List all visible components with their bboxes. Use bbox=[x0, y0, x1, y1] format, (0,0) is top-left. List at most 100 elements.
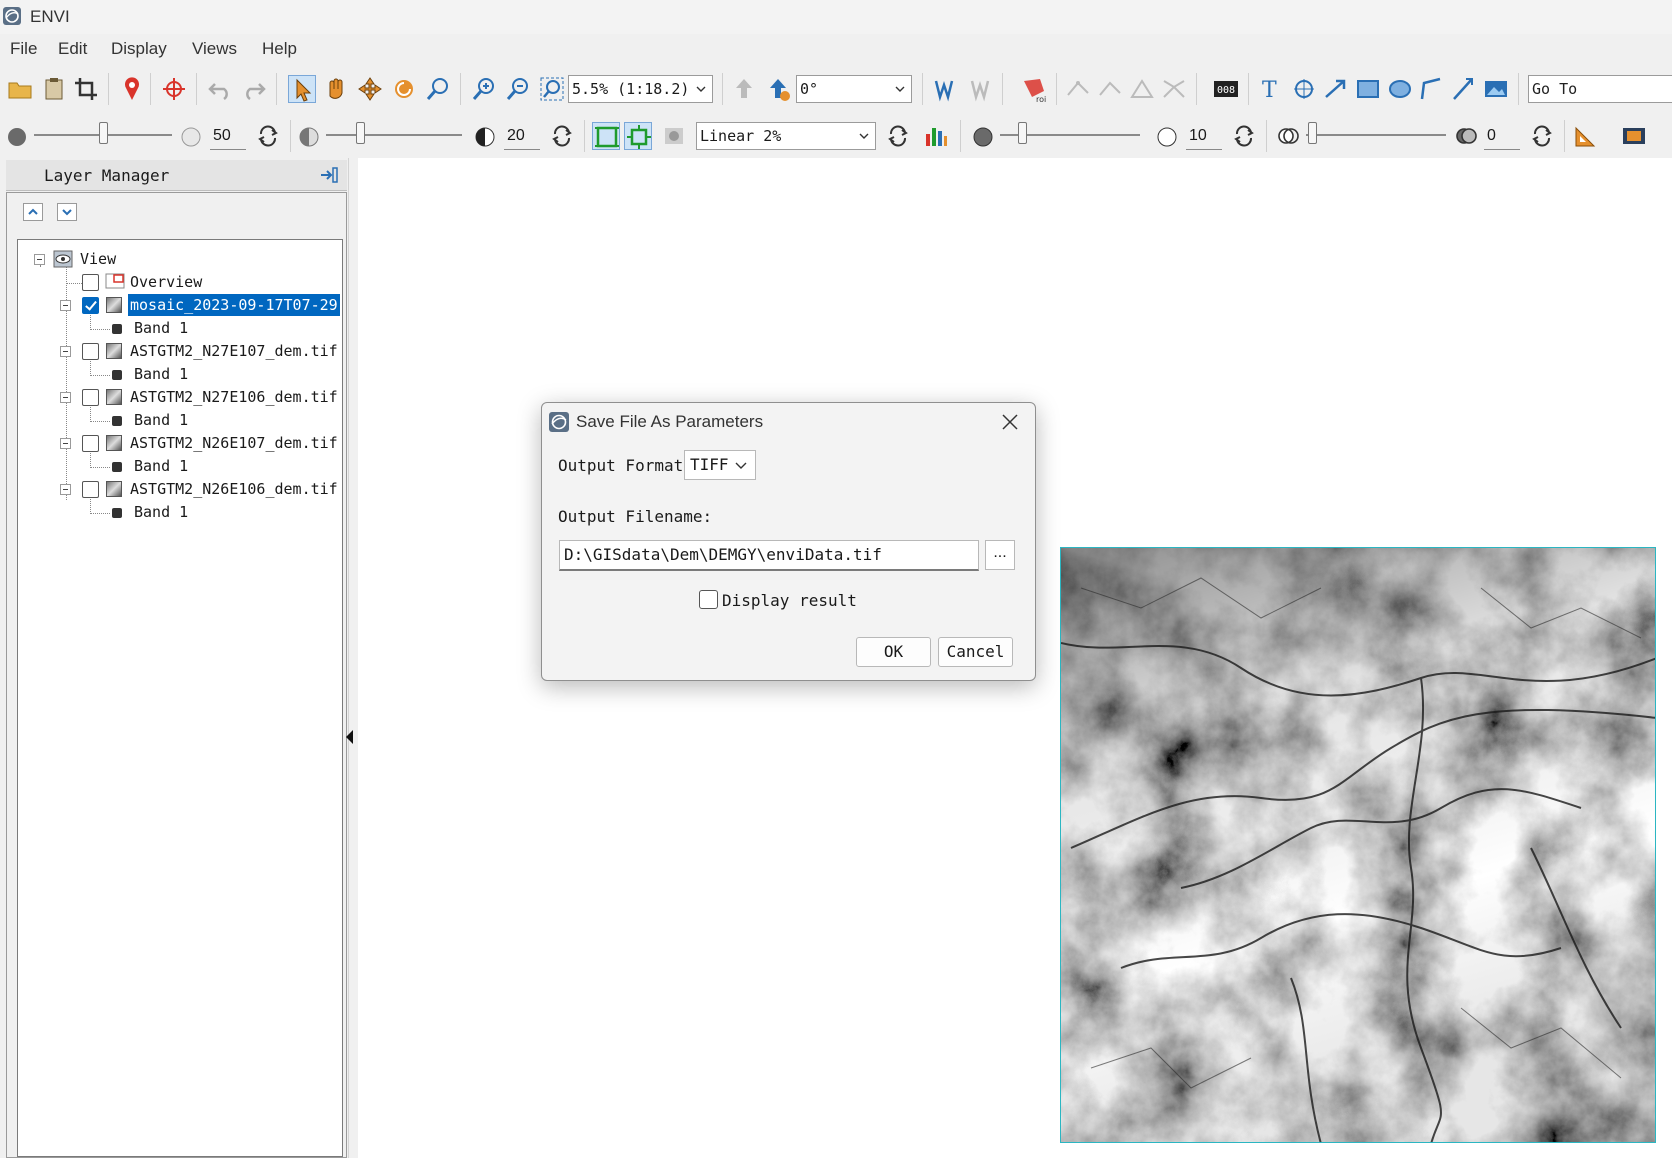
zoom-out-icon[interactable] bbox=[504, 75, 532, 103]
reset-brightness-icon[interactable] bbox=[256, 124, 280, 148]
collapse-icon[interactable] bbox=[60, 484, 71, 495]
reset-contrast-icon[interactable] bbox=[550, 124, 574, 148]
sharpen-value[interactable]: 10 bbox=[1186, 122, 1222, 150]
layer-visibility-checkbox[interactable] bbox=[82, 297, 99, 314]
chip-display-icon[interactable] bbox=[1620, 122, 1648, 150]
brightness-value[interactable]: 50 bbox=[210, 122, 246, 150]
tree-layer[interactable]: ASTGTM2_N27E106_dem.tif bbox=[18, 386, 338, 408]
overview-checkbox[interactable] bbox=[82, 274, 99, 291]
pixel-value-icon[interactable]: 008 bbox=[1212, 75, 1240, 103]
collapse-icon[interactable] bbox=[34, 254, 45, 265]
polygon-annotation-icon[interactable] bbox=[1418, 75, 1446, 103]
stretch-lock-icon[interactable] bbox=[660, 122, 688, 150]
text-annotation-icon[interactable]: T bbox=[1258, 75, 1286, 103]
undo-icon[interactable] bbox=[206, 75, 234, 103]
rotate-up-icon[interactable] bbox=[764, 75, 792, 103]
dock-panel-icon[interactable] bbox=[319, 166, 339, 184]
display-result-checkbox[interactable] bbox=[699, 590, 718, 609]
up-arrow-icon[interactable] bbox=[730, 75, 758, 103]
open-file-icon[interactable] bbox=[6, 75, 34, 103]
crosshair-icon[interactable] bbox=[160, 75, 188, 103]
collapse-icon[interactable] bbox=[60, 300, 71, 311]
dem-raster-image[interactable] bbox=[1060, 547, 1656, 1143]
contrast-value[interactable]: 20 bbox=[504, 122, 540, 150]
reset-transparency-icon[interactable] bbox=[1530, 124, 1554, 148]
reset-sharpen-icon[interactable] bbox=[1232, 124, 1256, 148]
full-stretch-icon[interactable] bbox=[592, 122, 620, 150]
brightness-slider[interactable] bbox=[99, 122, 108, 144]
layer-visibility-checkbox[interactable] bbox=[82, 435, 99, 452]
vertex-edit-icon[interactable] bbox=[1128, 75, 1156, 103]
collapse-icon[interactable] bbox=[60, 438, 71, 449]
ok-button[interactable]: OK bbox=[856, 637, 931, 667]
vector-create-icon[interactable] bbox=[1064, 75, 1092, 103]
menu-edit[interactable]: Edit bbox=[58, 39, 87, 59]
collapse-icon[interactable] bbox=[60, 346, 71, 357]
overflow-icon[interactable] bbox=[1662, 122, 1672, 150]
rotate-icon[interactable] bbox=[390, 75, 418, 103]
clipboard-icon[interactable] bbox=[40, 75, 68, 103]
layer-visibility-checkbox[interactable] bbox=[82, 389, 99, 406]
tree-layer[interactable]: ASTGTM2_N27E107_dem.tif bbox=[18, 340, 338, 362]
join-vertex-icon[interactable] bbox=[1160, 75, 1188, 103]
profile-icon[interactable] bbox=[966, 75, 994, 103]
tree-layer[interactable]: mosaic_2023-09-17T07-29 bbox=[18, 294, 340, 316]
zoom-in-icon[interactable] bbox=[470, 75, 498, 103]
goto-field[interactable]: Go To bbox=[1528, 75, 1672, 103]
symbol-annotation-icon[interactable] bbox=[1290, 75, 1318, 103]
window-title: ENVI bbox=[30, 7, 70, 26]
zoom-level-combo[interactable]: 5.5% (1:18.2) bbox=[568, 75, 713, 103]
brightness-high-icon bbox=[181, 127, 201, 147]
reset-stretch-icon[interactable] bbox=[886, 124, 910, 148]
arrow-annotation-icon[interactable] bbox=[1322, 75, 1350, 103]
tree-layer[interactable]: ASTGTM2_N26E107_dem.tif bbox=[18, 432, 338, 454]
menu-file[interactable]: File bbox=[10, 39, 37, 59]
select-pointer-icon[interactable] bbox=[288, 75, 316, 103]
rectangle-annotation-icon[interactable] bbox=[1354, 75, 1382, 103]
zoom-tool-icon[interactable] bbox=[424, 75, 452, 103]
tree-item-overview[interactable]: Overview bbox=[18, 271, 338, 293]
tree-layer[interactable]: ASTGTM2_N26E106_dem.tif bbox=[18, 478, 338, 500]
cursor-value-icon[interactable] bbox=[930, 75, 958, 103]
transparency-slider[interactable] bbox=[1308, 122, 1317, 144]
move-layer-up-button[interactable] bbox=[23, 203, 43, 221]
roi-tool-icon[interactable]: roi bbox=[1020, 75, 1048, 104]
output-format-select[interactable]: TIFF bbox=[684, 450, 756, 480]
output-filename-input[interactable]: D:\GISdata\Dem\DEMGY\enviData.tif bbox=[559, 540, 979, 571]
layer-visibility-checkbox[interactable] bbox=[82, 481, 99, 498]
stretch-type-combo[interactable]: Linear 2% bbox=[696, 122, 876, 150]
contrast-slider[interactable] bbox=[356, 122, 365, 144]
transparency-value[interactable]: 0 bbox=[1484, 122, 1520, 150]
view-stretch-icon[interactable] bbox=[624, 122, 652, 150]
rotation-value: 0° bbox=[800, 80, 819, 98]
picture-annotation-icon[interactable] bbox=[1482, 75, 1510, 103]
measure-icon[interactable] bbox=[1572, 122, 1600, 150]
move-layer-down-button[interactable] bbox=[57, 203, 77, 221]
collapse-panel-arrow-icon[interactable] bbox=[346, 730, 353, 744]
collapse-icon[interactable] bbox=[60, 392, 71, 403]
polyline-annotation-icon[interactable] bbox=[1450, 75, 1478, 103]
sharpen-slider[interactable] bbox=[1018, 122, 1027, 144]
zoom-extent-icon[interactable] bbox=[538, 75, 566, 103]
tree-root-view[interactable]: View bbox=[18, 248, 338, 270]
menu-display[interactable]: Display bbox=[111, 39, 167, 59]
cancel-button[interactable]: Cancel bbox=[938, 637, 1013, 667]
layer-visibility-checkbox[interactable] bbox=[82, 343, 99, 360]
raster-layer-icon bbox=[106, 297, 122, 313]
menu-help[interactable]: Help bbox=[262, 39, 297, 59]
redo-icon[interactable] bbox=[240, 75, 268, 103]
rotation-combo[interactable]: 0° bbox=[796, 75, 912, 103]
browse-button[interactable]: ... bbox=[985, 540, 1015, 570]
pin-icon[interactable] bbox=[118, 75, 146, 103]
crop-icon[interactable] bbox=[72, 75, 100, 103]
histogram-icon[interactable] bbox=[922, 122, 950, 150]
vector-edit-icon[interactable] bbox=[1096, 75, 1124, 103]
fly-icon[interactable] bbox=[356, 75, 384, 103]
panel-splitter[interactable] bbox=[348, 158, 357, 1158]
pan-hand-icon[interactable] bbox=[322, 75, 350, 103]
transparency-slider-track bbox=[1306, 134, 1446, 136]
band-label: Band 1 bbox=[134, 365, 189, 383]
close-icon[interactable] bbox=[999, 411, 1021, 433]
menu-views[interactable]: Views bbox=[192, 39, 237, 59]
ellipse-annotation-icon[interactable] bbox=[1386, 75, 1414, 103]
